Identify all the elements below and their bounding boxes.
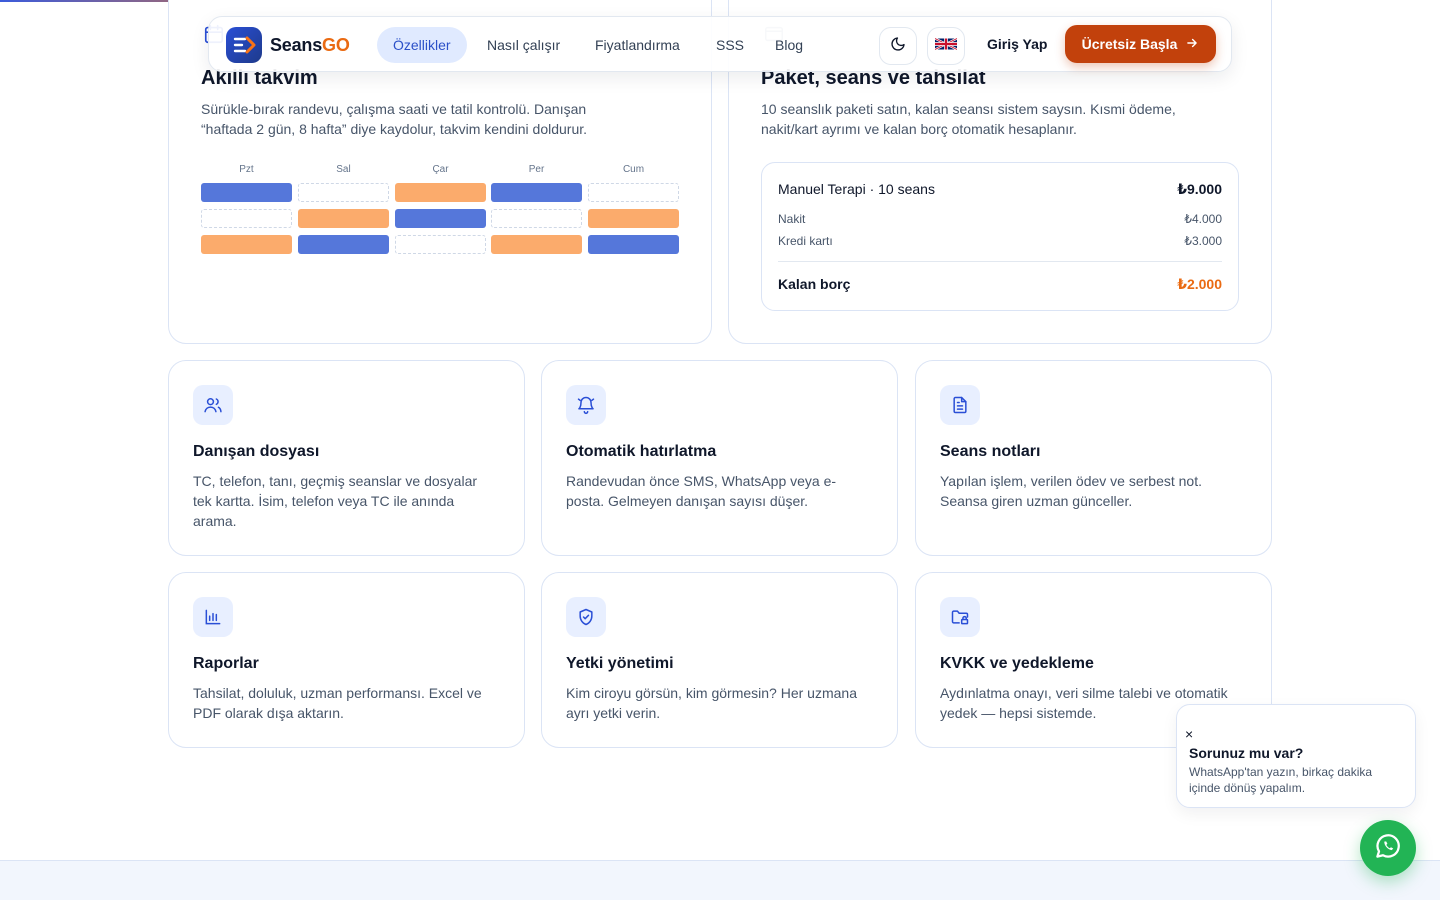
cta-start-free-button[interactable]: Ücretsiz Başla	[1065, 25, 1216, 63]
whatsapp-icon	[1373, 831, 1403, 866]
feature-description: Kim ciroyu görsün, kim görmesin? Her uzm…	[566, 685, 857, 721]
folder-lock-icon	[940, 597, 980, 637]
logo-mark[interactable]	[226, 27, 262, 63]
calendar-slot-booked	[491, 183, 582, 202]
feature-description: Yapılan işlem, verilen ödev ve serbest n…	[940, 473, 1202, 509]
cash-label: Nakit	[778, 212, 806, 226]
calendar-slot-booked	[298, 235, 389, 254]
calendar-day-label: Per	[528, 164, 545, 175]
payment-divider	[778, 261, 1222, 262]
due-value: ₺2.000	[1177, 276, 1222, 292]
login-link[interactable]: Giriş Yap	[987, 36, 1047, 52]
package-name: Manuel Terapi · 10 seans	[778, 181, 935, 197]
cash-value: ₺4.000	[1184, 212, 1222, 226]
feature-description: TC, telefon, tanı, geçmiş seanslar ve do…	[193, 473, 478, 529]
calendar-day-label: Pzt	[239, 164, 254, 175]
language-button[interactable]	[927, 27, 965, 65]
calendar-slot-empty	[201, 209, 292, 228]
logo-text[interactable]: SeansGO	[270, 35, 350, 56]
calendar-slot-booked	[201, 235, 292, 254]
due-label: Kalan borç	[778, 276, 851, 292]
cta-label: Ücretsiz Başla	[1081, 36, 1178, 52]
calendar-card-description: Sürükle-bırak randevu, çalışma saati ve …	[201, 101, 588, 137]
calendar-slot-booked	[491, 235, 582, 254]
feature-title: Danışan dosyası	[193, 443, 320, 460]
payment-summary: Manuel Terapi · 10 seans ₺9.000 Nakit ₺4…	[761, 162, 1239, 311]
nav-link-nasil-calisir[interactable]: Nasıl çalışır	[471, 27, 576, 63]
nav-link-fiyatlandirma[interactable]: Fiyatlandırma	[579, 27, 696, 63]
shield-check-icon	[566, 597, 606, 637]
calendar-slot-booked	[298, 209, 389, 228]
calendar-slot-booked	[395, 183, 486, 202]
feature-card: Otomatik hatırlatma Randevudan önce SMS, …	[541, 360, 898, 556]
calendar-slot-empty	[491, 209, 582, 228]
calendar-slot-empty	[298, 183, 389, 202]
calendar-slot-booked	[588, 235, 679, 254]
payment-card-description: 10 seanslık paketi satın, kalan seansı s…	[761, 101, 1176, 137]
nav-link-blog[interactable]: Blog	[759, 27, 819, 63]
calendar-day-label: Çar	[432, 164, 449, 175]
feature-card: Danışan dosyası TC, telefon, tanı, geçmiş…	[168, 360, 525, 556]
feature-title: Yetki yönetimi	[566, 655, 674, 672]
calendar-slot-empty	[395, 235, 486, 254]
bell-ring-icon	[566, 385, 606, 425]
calendar-slot-booked	[588, 209, 679, 228]
feature-title: Seans notları	[940, 443, 1041, 460]
top-navbar: SeansGO Özellikler Nasıl çalışır Fiyatla…	[208, 16, 1232, 72]
uk-flag-icon	[934, 37, 958, 56]
footer-band	[0, 860, 1440, 900]
feature-description: Tahsilat, doluluk, uzman performansı. Ex…	[193, 685, 482, 721]
whatsapp-popup-title: Sorunuz mu var?	[1189, 745, 1304, 761]
calendar-day-label: Sal	[336, 164, 351, 175]
feature-description: Randevudan önce SMS, WhatsApp veya e-pos…	[566, 473, 837, 509]
feature-card: Raporlar Tahsilat, doluluk, uzman perform…	[168, 572, 525, 748]
logo-text-accent: GO	[322, 35, 350, 55]
nav-link-sss[interactable]: SSS	[700, 27, 760, 63]
moon-icon	[890, 36, 906, 57]
arrow-right-icon	[1185, 36, 1199, 53]
feature-card: Seans notları Yapılan işlem, verilen ödev…	[915, 360, 1272, 556]
calendar-day-label: Cum	[622, 164, 645, 175]
bar-chart-icon	[193, 597, 233, 637]
feature-card: Yetki yönetimi Kim ciroyu görsün, kim gör…	[541, 572, 898, 748]
whatsapp-button[interactable]	[1360, 820, 1416, 876]
calendar-slot-booked	[201, 183, 292, 202]
nav-link-ozellikler[interactable]: Özellikler	[377, 27, 467, 63]
whatsapp-popup-text: WhatsApp'tan yazın, birkaç dakika içinde…	[1189, 765, 1373, 795]
users-icon	[193, 385, 233, 425]
logo-text-main: Seans	[270, 35, 323, 55]
close-icon[interactable]: ×	[1185, 727, 1193, 741]
theme-toggle-button[interactable]	[879, 27, 917, 65]
card-value: ₺3.000	[1184, 234, 1222, 248]
feature-title: KVKK ve yedekleme	[940, 655, 1094, 672]
feature-title: Otomatik hatırlatma	[566, 443, 717, 460]
calendar-slot-booked	[395, 209, 486, 228]
card-label: Kredi kartı	[778, 234, 833, 248]
document-icon	[940, 385, 980, 425]
package-total: ₺9.000	[1177, 181, 1222, 197]
calendar-slot-empty	[588, 183, 679, 202]
whatsapp-popup: × Sorunuz mu var? WhatsApp'tan yazın, bi…	[1176, 704, 1416, 808]
feature-title: Raporlar	[193, 655, 259, 672]
